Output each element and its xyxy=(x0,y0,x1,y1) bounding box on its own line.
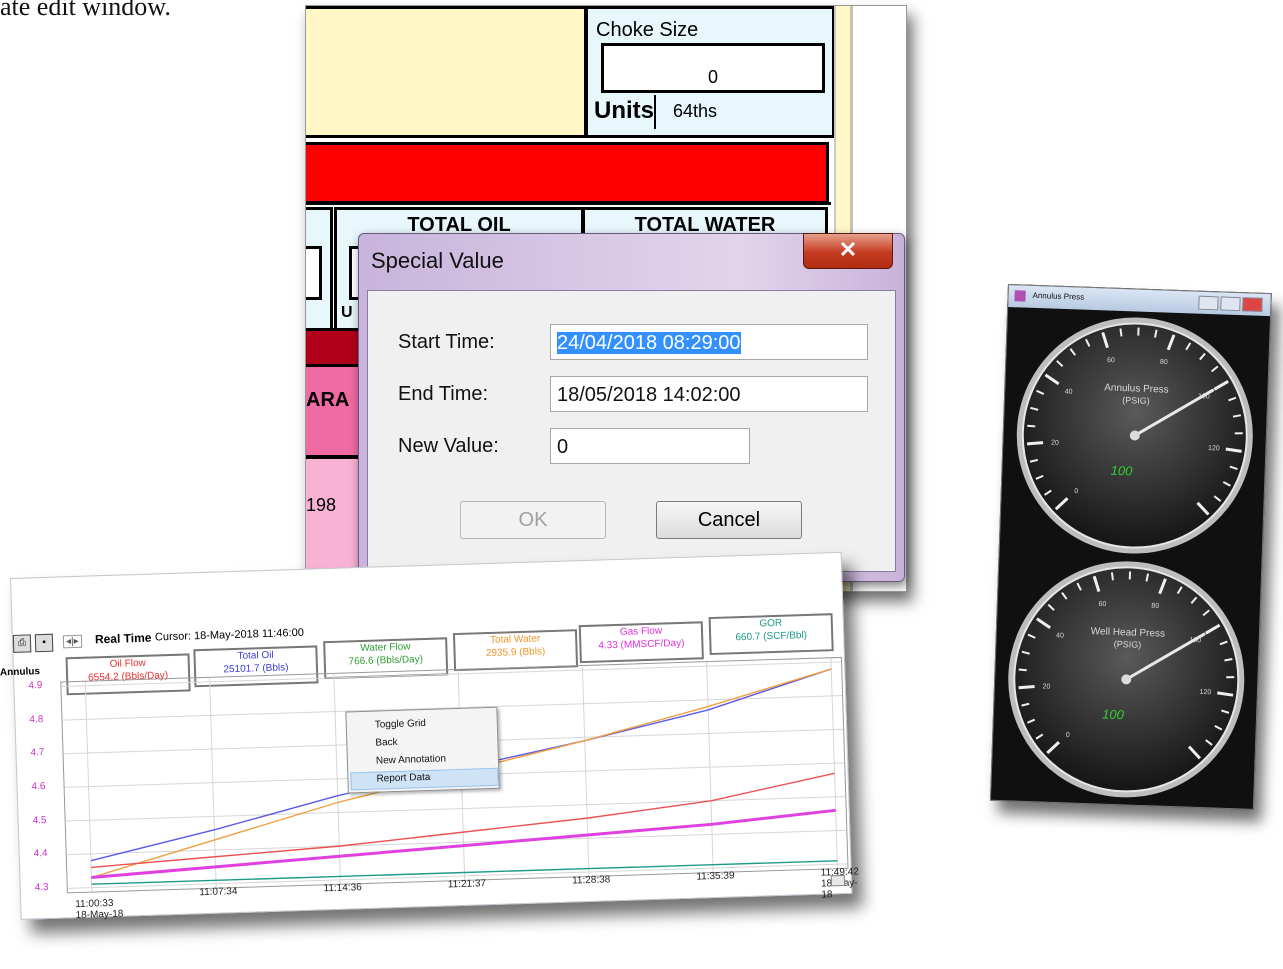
special-value-dialog: Special Value ✕ Start Time: 24/04/2018 0… xyxy=(358,233,905,582)
cursor-readout: Cursor: 18-May-2018 11:46:00 xyxy=(154,626,305,644)
gauge-tick-label: 20 xyxy=(1042,683,1050,690)
close-icon: ✕ xyxy=(838,237,858,262)
maximize-button[interactable] xyxy=(1220,296,1241,312)
minimize-button[interactable] xyxy=(1198,295,1219,311)
dialog-title: Special Value xyxy=(371,248,504,273)
x-tick-label: 11:07:34 xyxy=(199,886,238,899)
trend-chart-window: ⎙ ▪ ◂|▸ Real Time Cursor: 18-May-2018 11… xyxy=(0,551,859,922)
x-tick-label: 11:14:36 xyxy=(323,882,362,895)
scroll-icon[interactable] xyxy=(830,874,846,887)
grid-line-h xyxy=(65,796,846,822)
gauge-tick-label: 120 xyxy=(1208,445,1220,452)
units-divider xyxy=(654,95,656,129)
gauge-tick-label: 60 xyxy=(1098,601,1106,608)
real-time-label[interactable]: Real Time xyxy=(95,631,152,647)
gauge-tick-label: 60 xyxy=(1107,357,1115,364)
gauge-tick xyxy=(1018,684,1035,690)
gauge-tick-label: 80 xyxy=(1160,359,1168,366)
gauge-tick xyxy=(1119,328,1123,337)
new-value-label: New Value: xyxy=(398,435,499,457)
red-status-bar xyxy=(306,142,829,204)
series-header-4: Gas Flow 4.33 (MMSCF/Day) xyxy=(578,621,704,664)
menu-item-new-annotation[interactable]: New Annotation xyxy=(376,753,446,766)
scroll-arrows-icon[interactable]: ◂|▸ xyxy=(62,634,82,649)
x-tick-label: 11:00:33 18-May-18 xyxy=(75,897,124,922)
gauge-unit: (PSIG) xyxy=(1122,395,1150,406)
end-time-label: End Time: xyxy=(398,383,489,405)
y-tick-label: 4.9 xyxy=(28,680,43,692)
y-tick-label: 4.6 xyxy=(31,780,46,793)
context-menu: Toggle Grid Back New Annotation Report D… xyxy=(345,706,500,794)
start-time-value: 24/04/2018 08:29:00 xyxy=(557,332,741,354)
start-time-field[interactable]: 24/04/2018 08:29:00 xyxy=(550,324,868,360)
app-icon xyxy=(1014,290,1026,302)
gauge-digital-readout: 100 xyxy=(1102,707,1125,723)
fragment-u: U xyxy=(341,304,353,321)
fragment-198: 198 xyxy=(306,495,337,515)
fragment-ara: ARA xyxy=(306,389,350,411)
print-icon[interactable]: ⎙ xyxy=(12,634,32,653)
menu-item-back[interactable]: Back xyxy=(375,737,398,749)
gauge-tick-label: 80 xyxy=(1151,603,1159,610)
choke-size-title: Choke Size xyxy=(596,19,699,41)
gauge-tick-label: 20 xyxy=(1051,440,1059,447)
menu-item-toggle-grid[interactable]: Toggle Grid xyxy=(375,718,426,731)
units-value: 64ths xyxy=(673,101,718,121)
series-header-5: GOR 660.7 (SCF/Bbl) xyxy=(708,613,834,656)
left-value-box xyxy=(306,246,322,300)
menu-item-report-data[interactable]: Report Data xyxy=(376,772,430,785)
totals-cell-left xyxy=(306,207,333,333)
gauge-tick xyxy=(1110,572,1114,581)
y-tick-label: 4.3 xyxy=(34,881,49,894)
cancel-button[interactable]: Cancel xyxy=(656,501,802,539)
gauge-tick xyxy=(1026,441,1044,446)
gauge-tick-label: 0 xyxy=(1074,488,1078,495)
new-value-field[interactable]: 0 xyxy=(550,428,750,464)
y-tick-label: 4.8 xyxy=(29,713,44,726)
x-tick-label: 11:28:38 xyxy=(571,874,611,887)
gauge-unit: (PSIG) xyxy=(1114,639,1142,650)
window-close-button[interactable] xyxy=(1242,297,1263,312)
dialog-body: Start Time: 24/04/2018 08:29:00 End Time… xyxy=(367,290,896,572)
series-header-value: 660.7 (SCF/Bbl) xyxy=(735,629,808,644)
well-head-press-gauge: 020406080100120Well Head Press(PSIG)100 xyxy=(1008,561,1245,798)
end-time-field[interactable]: 18/05/2018 14:02:00 xyxy=(550,376,868,412)
x-tick-label: 11:21:37 xyxy=(447,878,487,891)
series-header-value: 2935.9 (Bbls) xyxy=(485,646,546,660)
start-time-label: Start Time: xyxy=(398,331,495,353)
gauge-tick xyxy=(1027,424,1036,428)
cream-panel xyxy=(306,6,587,138)
series-header-value: 4.33 (MMSCF/Day) xyxy=(598,637,685,652)
gauge-tick xyxy=(1234,432,1243,435)
units-label: Units xyxy=(594,97,654,124)
gauge-window-title: Annulus Press xyxy=(1032,290,1085,302)
gauge-tick-label: 120 xyxy=(1199,689,1211,696)
save-icon[interactable]: ▪ xyxy=(34,633,54,653)
series-header-value: 766.6 (Bbls/Day) xyxy=(348,654,424,668)
grid-line-h xyxy=(66,829,847,856)
gauge-digital-readout: 100 xyxy=(1110,463,1133,479)
choke-size-panel: Choke Size 0 Units 64ths xyxy=(585,6,835,138)
gauge-tick xyxy=(1018,668,1027,672)
close-button[interactable]: ✕ xyxy=(803,233,893,269)
choke-size-value[interactable]: 0 xyxy=(601,43,825,93)
gauge-label: Annulus Press xyxy=(1104,382,1169,395)
y-axis-title: Annulus xyxy=(0,666,41,679)
caption-text: ate edit window. xyxy=(0,0,171,21)
gauge-tick xyxy=(1226,676,1235,679)
y-tick-label: 4.7 xyxy=(30,747,45,759)
gauge-tick-label: 40 xyxy=(1056,632,1064,639)
gauge-tick-label: 40 xyxy=(1065,388,1073,395)
gauge-window: Annulus Press 0 20 40 60 80 100 120 Annulus Pre… xyxy=(989,284,1272,810)
x-tick-label: 11:35:39 xyxy=(696,870,735,883)
ok-button[interactable]: OK xyxy=(460,501,606,539)
gauge-tick-label: 0 xyxy=(1066,732,1070,739)
y-tick-label: 4.5 xyxy=(32,814,47,827)
annulus-press-gauge: 020406080100120Annulus Press(PSIG)100 xyxy=(1016,317,1253,554)
y-tick-label: 4.4 xyxy=(33,848,48,860)
